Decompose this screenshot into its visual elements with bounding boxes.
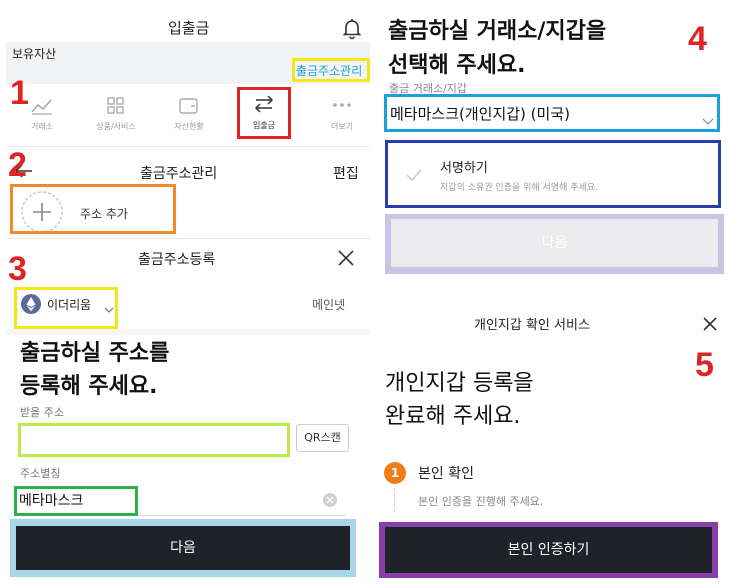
- highlight-manage-link: [292, 58, 370, 82]
- bell-icon[interactable]: [340, 16, 364, 40]
- recv-address-label: 받을 주소: [20, 406, 64, 419]
- sign-title: 서명하기: [440, 161, 488, 176]
- holdings-label: 보유자산: [12, 47, 57, 61]
- step-number-badge: 1: [384, 462, 406, 484]
- marker-5: 5: [695, 346, 714, 384]
- highlight-transfer-tab: [237, 87, 291, 139]
- step-title: 본인 확인: [418, 466, 474, 482]
- marker-1: 1: [10, 74, 29, 112]
- personal-wallet-headline: 완료해 주세요.: [385, 404, 521, 429]
- register-headline: 등록해 주세요.: [20, 374, 158, 399]
- step-connector: [394, 488, 395, 512]
- close-icon[interactable]: [702, 316, 718, 332]
- divider: [6, 146, 370, 147]
- qr-scan-button[interactable]: QR스캔: [296, 424, 349, 452]
- next-button[interactable]: 다음: [16, 526, 350, 570]
- page-title: 입출금: [168, 19, 210, 37]
- step-desc: 본인 인증을 진행해 주세요.: [418, 495, 544, 508]
- grid-icon[interactable]: [104, 96, 128, 116]
- divider: [6, 238, 370, 239]
- nav-label-assets: 자산현황: [174, 122, 204, 131]
- register-title: 출금주소등록: [138, 252, 216, 268]
- network-label: 메인넷: [312, 298, 346, 312]
- nav-label-exchange: 거래소: [30, 122, 54, 131]
- next-button-disabled[interactable]: 다음: [391, 219, 718, 267]
- marker-3: 3: [8, 250, 27, 288]
- marker-2: 2: [8, 146, 27, 184]
- highlight-sign: [385, 140, 721, 208]
- select-wallet-headline: 선택해 주세요.: [388, 53, 526, 78]
- nav-label-products: 상품/서비스: [96, 122, 136, 131]
- personal-wallet-title: 개인지갑 확인 서비스: [474, 318, 590, 333]
- nav-label-more: 더보기: [330, 122, 354, 131]
- verify-identity-button[interactable]: 본인 인증하기: [385, 527, 712, 573]
- marker-4: 4: [688, 20, 707, 58]
- alias-label: 주소별칭: [20, 467, 61, 480]
- wallet-select[interactable]: 메타마스크(개인지갑) (미국): [390, 103, 570, 124]
- highlight-alias-input: [14, 486, 138, 516]
- clear-icon[interactable]: [322, 492, 338, 508]
- sign-desc: 지갑의 소유권 인증을 위해 서명해 주세요.: [440, 183, 598, 193]
- highlight-coin-select: [14, 287, 118, 329]
- edit-button[interactable]: 편집: [333, 163, 359, 183]
- highlight-recv-input: [18, 423, 290, 457]
- personal-wallet-headline: 개인지갑 등록을: [385, 371, 534, 396]
- wallet-icon[interactable]: [177, 96, 201, 116]
- more-icon[interactable]: [330, 96, 354, 116]
- chevron-down-icon[interactable]: [702, 110, 714, 125]
- address-manage-title: 출금주소관리: [140, 166, 218, 182]
- check-icon[interactable]: [405, 167, 423, 182]
- close-icon[interactable]: [337, 249, 355, 267]
- select-wallet-headline: 출금하실 거래소/지갑을: [388, 19, 607, 44]
- register-headline: 출금하실 주소를: [20, 341, 170, 366]
- chart-icon[interactable]: [30, 96, 54, 116]
- highlight-add-address: [10, 184, 176, 234]
